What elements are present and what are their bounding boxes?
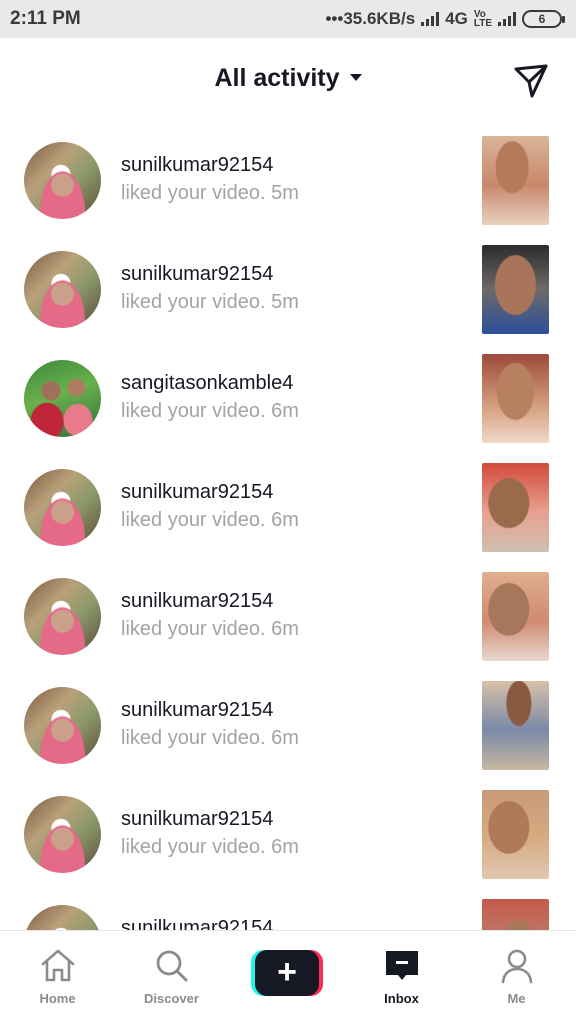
- list-item[interactable]: sunilkumar92154 liked your video. 6m: [0, 560, 576, 669]
- volte-icon: Vo LTE: [473, 9, 492, 29]
- activity-text: liked your video. 6m: [121, 836, 299, 858]
- activity-list: sunilkumar92154 liked your video. 5m sun…: [0, 124, 576, 930]
- list-item[interactable]: sunilkumar92154 liked your video. 6m: [0, 669, 576, 778]
- list-item[interactable]: sunilkumar92154 liked your video. 6m: [0, 778, 576, 887]
- avatar[interactable]: [24, 905, 101, 930]
- username[interactable]: sunilkumar92154: [121, 481, 273, 504]
- avatar[interactable]: [24, 142, 101, 219]
- avatar[interactable]: [24, 687, 101, 764]
- avatar[interactable]: [24, 251, 101, 328]
- activity-text: liked your video. 5m: [121, 182, 299, 204]
- list-item[interactable]: sunilkumar92154 liked your video. 5m: [0, 233, 576, 342]
- activity-text: liked your video. 6m: [121, 618, 299, 640]
- list-item[interactable]: sunilkumar92154: [0, 887, 576, 930]
- username[interactable]: sunilkumar92154: [121, 154, 273, 177]
- nav-label-me: Me: [507, 991, 526, 1006]
- username[interactable]: sunilkumar92154: [121, 263, 273, 286]
- list-item[interactable]: sangitasonkamble4 liked your video. 6m: [0, 342, 576, 451]
- activity-text: liked your video. 6m: [121, 509, 299, 531]
- avatar[interactable]: [24, 469, 101, 546]
- nav-home[interactable]: Home: [0, 931, 115, 1024]
- nav-me[interactable]: Me: [459, 931, 574, 1024]
- battery-icon: 6: [522, 10, 565, 28]
- nav-discover[interactable]: Discover: [114, 931, 229, 1024]
- nav-label-inbox: Inbox: [384, 991, 419, 1006]
- search-icon: [156, 950, 187, 982]
- signal-icon: [421, 12, 440, 26]
- plus-icon: +: [255, 950, 319, 996]
- signal-icon-2: [498, 12, 516, 26]
- username[interactable]: sunilkumar92154: [121, 917, 273, 930]
- video-thumbnail[interactable]: [482, 790, 549, 879]
- status-indicators: •••35.6KB/s 4G Vo LTE 6: [325, 9, 565, 29]
- username[interactable]: sunilkumar92154: [121, 590, 273, 613]
- video-thumbnail[interactable]: [482, 354, 549, 443]
- caret-down-icon: [349, 73, 362, 81]
- network-speed: •••35.6KB/s: [325, 9, 416, 28]
- video-thumbnail[interactable]: [482, 136, 549, 225]
- username[interactable]: sunilkumar92154: [121, 699, 273, 722]
- video-thumbnail[interactable]: [482, 572, 549, 661]
- inbox-header: All activity: [0, 38, 576, 124]
- status-bar: 2:11 PM •••35.6KB/s 4G Vo LTE 6: [0, 0, 576, 38]
- bottom-nav: Home Discover + Inbox Me: [0, 930, 576, 1024]
- page-title: All activity: [214, 64, 340, 92]
- video-thumbnail[interactable]: [482, 899, 549, 930]
- home-icon: [41, 949, 74, 982]
- activity-text: liked your video. 5m: [121, 291, 299, 313]
- username[interactable]: sunilkumar92154: [121, 808, 273, 831]
- create-button[interactable]: +: [251, 950, 323, 996]
- nav-inbox[interactable]: Inbox: [344, 931, 459, 1024]
- list-item[interactable]: sunilkumar92154 liked your video. 6m: [0, 451, 576, 560]
- inbox-icon: [385, 951, 418, 980]
- activity-text: liked your video. 6m: [121, 400, 299, 422]
- avatar[interactable]: [24, 796, 101, 873]
- avatar[interactable]: [24, 360, 101, 437]
- nav-label-home: Home: [39, 991, 76, 1006]
- avatar[interactable]: [24, 578, 101, 655]
- video-thumbnail[interactable]: [482, 245, 549, 334]
- nav-label-discover: Discover: [144, 991, 199, 1006]
- video-thumbnail[interactable]: [482, 463, 549, 552]
- profile-icon: [501, 949, 532, 984]
- status-time: 2:11 PM: [10, 8, 81, 29]
- activity-text: liked your video. 6m: [121, 727, 299, 749]
- activity-filter-dropdown[interactable]: All activity: [0, 64, 576, 93]
- send-icon[interactable]: [512, 62, 550, 100]
- list-item[interactable]: sunilkumar92154 liked your video. 5m: [0, 124, 576, 233]
- network-type: 4G: [445, 9, 468, 28]
- username[interactable]: sangitasonkamble4: [121, 372, 293, 395]
- video-thumbnail[interactable]: [482, 681, 549, 770]
